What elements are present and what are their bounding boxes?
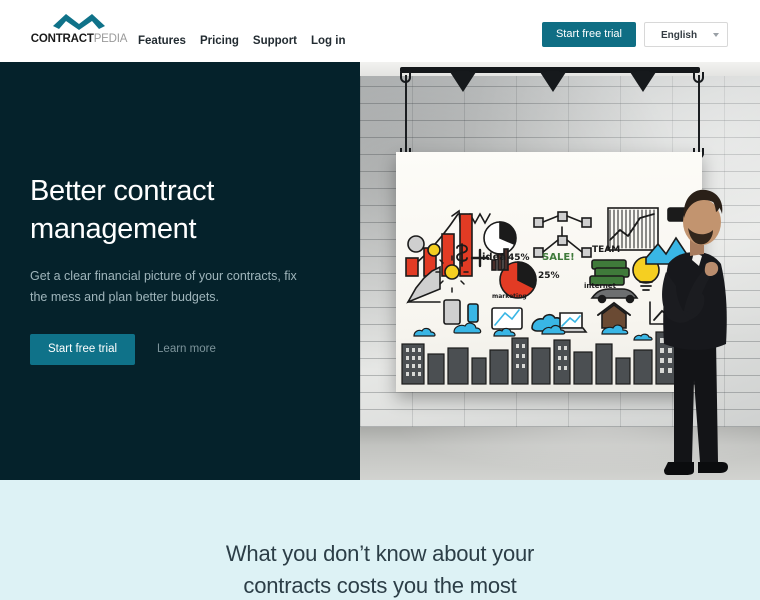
svg-text:idea: idea [482,252,506,263]
nav-link-features[interactable]: Features [138,35,186,47]
svg-text:25%: 25% [538,271,560,281]
nav-link-login[interactable]: Log in [311,35,346,47]
main-navigation: Features Pricing Support Log in [138,35,346,47]
logo-wordmark: CONTRACTPEDIA [26,33,132,46]
svg-text:45%: 45% [508,253,530,263]
logo[interactable]: CONTRACTPEDIA [26,10,132,46]
hero-image: idea 45% SALE! 25% TEAM internet marketi… [360,62,760,480]
nav-link-support[interactable]: Support [253,35,297,47]
landing-page: CONTRACTPEDIA Features Pricing Support L… [0,0,760,600]
value-proposition-section: What you don’t know about your contracts… [0,480,760,600]
hero-title: Better contract management [30,172,330,249]
contractpedia-wave-logo-icon [53,14,105,30]
section-heading: What you don’t know about your contracts… [0,538,760,600]
hero-cta-group: Start free trial Learn more [30,333,330,365]
hero-title-line-1: Better contract [30,175,215,207]
site-header: CONTRACTPEDIA Features Pricing Support L… [0,0,760,62]
hero-learn-more-link[interactable]: Learn more [143,343,230,355]
chevron-down-icon [713,33,719,37]
logo-wordmark-bold: CONTRACT [30,33,94,45]
pendant-lamp-icon [630,71,656,92]
hero-section: Better contract management Get a clear f… [0,62,760,480]
hero-title-line-2: management [30,213,197,246]
header-actions: Start free trial English [541,22,728,47]
language-selector[interactable]: English [644,22,728,47]
svg-text:TEAM: TEAM [592,245,620,255]
hero-copy: Better contract management Get a clear f… [30,172,330,365]
businessman-figure [662,189,728,475]
ceiling-hook-icon [693,72,704,83]
svg-text:internet: internet [584,282,617,290]
hero-start-free-trial-button[interactable]: Start free trial [30,333,136,365]
hero-copy-panel: Better contract management Get a clear f… [0,62,360,480]
section-heading-line-2: contracts costs you the most [243,572,517,598]
hero-subtitle: Get a clear financial picture of your co… [30,268,297,305]
hanging-cable [698,75,700,153]
svg-text:SALE!: SALE! [542,252,575,263]
section-heading-line-1: What you don’t know about your [225,541,535,566]
header-start-free-trial-button[interactable]: Start free trial [541,22,636,47]
hanging-cable [405,75,407,153]
pendant-lamp-icon [450,71,476,92]
nav-link-pricing[interactable]: Pricing [200,35,239,47]
ceiling-hook-icon [400,72,411,83]
svg-text:marketing: marketing [492,293,527,300]
pendant-lamp-icon [540,71,566,92]
logo-wordmark-light: PEDIA [93,33,128,45]
